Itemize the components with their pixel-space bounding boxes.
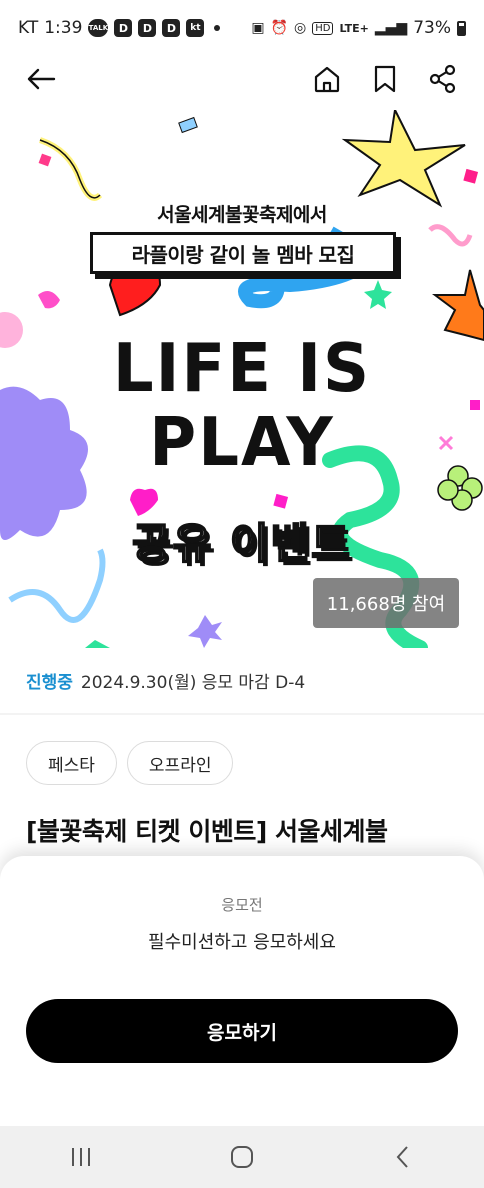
alarm-icon: ⏰ [270, 20, 288, 36]
status-bar-left: KT 1:39 TALK D D D kt [18, 18, 221, 38]
signal-icon: ▂▄▆ [374, 20, 408, 36]
apply-description: 필수미션하고 응모하세요 [148, 932, 336, 953]
home-nav-icon [230, 1146, 253, 1168]
carrier-label: KT [18, 18, 39, 38]
recent-apps-icon [71, 1148, 90, 1166]
sim-icon: ▣ [251, 20, 265, 36]
apply-status: 응모전 [221, 896, 263, 914]
banner-headline-line1: LIFE IS [112, 330, 372, 408]
back-nav-button[interactable] [373, 1132, 433, 1182]
network-label: LTE+ [339, 21, 369, 35]
participants-badge: 11,668명 참여 [313, 578, 459, 628]
status-bar: KT 1:39 TALK D D D kt ▣ ⏰ ◎ HD LTE+ ▂▄▆ … [0, 0, 484, 56]
kt-notification-icon: kt [186, 19, 205, 37]
clock: 1:39 [44, 18, 83, 38]
tag-list: 페스타 오프라인 [26, 741, 234, 785]
status-bar-right: ▣ ⏰ ◎ HD LTE+ ▂▄▆ 73% [251, 18, 466, 38]
home-icon [314, 66, 340, 93]
bookmark-button[interactable] [362, 56, 408, 102]
battery-percent: 73% [413, 18, 451, 38]
event-state-label: 진행중 [26, 673, 73, 693]
d-notification-icon: D [138, 19, 157, 37]
home-nav-button[interactable] [212, 1132, 272, 1182]
battery-icon [457, 20, 466, 36]
arrow-left-icon [27, 68, 56, 90]
banner-subtitle-box: 라플이랑 같이 놀 멤바 모집 [90, 232, 396, 274]
home-button[interactable] [304, 56, 350, 102]
tag-festa[interactable]: 페스타 [26, 741, 117, 785]
event-title: [불꽃축제 티켓 이벤트] 서울세계불 [26, 817, 388, 846]
apply-bottom-sheet: 응모전 필수미션하고 응모하세요 응모하기 [0, 856, 484, 1126]
tag-offline[interactable]: 오프라인 [126, 741, 234, 785]
event-status-line: 진행중 2024.9.30(월) 응모 마감 D-4 [26, 668, 305, 693]
hotspot-icon: ◎ [294, 20, 307, 36]
recent-apps-button[interactable] [51, 1132, 111, 1182]
d-notification-icon: D [114, 19, 133, 37]
section-divider [0, 713, 484, 715]
app-bar [0, 56, 484, 102]
chevron-left-icon [396, 1146, 409, 1168]
talk-notification-icon: TALK [88, 19, 109, 37]
share-icon [429, 64, 456, 94]
event-banner[interactable]: 서울세계불꽃축제에서 라플이랑 같이 놀 멤바 모집 LIFE IS PLAY … [0, 110, 484, 648]
apply-button[interactable]: 응모하기 [26, 999, 458, 1063]
more-notifications-icon [214, 25, 221, 31]
back-button[interactable] [18, 56, 64, 102]
share-button[interactable] [420, 56, 466, 102]
banner-event-type: 공유 이벤트 [131, 518, 352, 569]
banner-headline-line2: PLAY [149, 404, 335, 482]
banner-subtitle-top: 서울세계불꽃축제에서 [157, 204, 327, 226]
bookmark-icon [374, 65, 396, 93]
d-notification-icon: D [162, 19, 181, 37]
system-nav-bar [0, 1126, 484, 1188]
event-deadline: 2024.9.30(월) 응모 마감 D-4 [80, 673, 306, 693]
hd-voice-icon: HD [312, 21, 334, 35]
